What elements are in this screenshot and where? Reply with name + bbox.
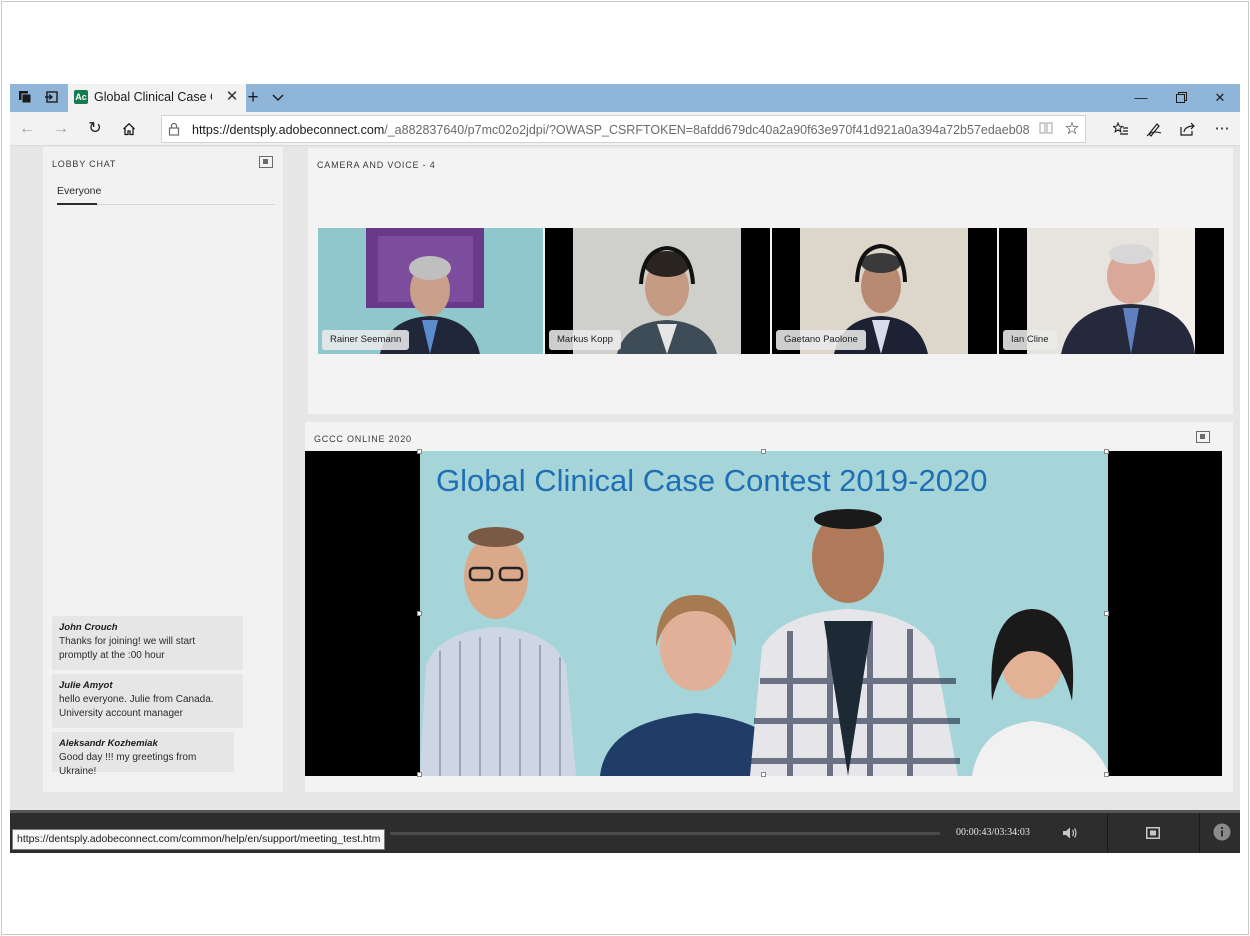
chat-pod-title: LOBBY CHAT [52,159,117,169]
resize-handle[interactable] [761,772,766,777]
video-tile[interactable]: Markus Kopp [545,228,770,354]
browser-window: Ac Global Clinical Case Cor ✕ + — ✕ ← → … [10,84,1240,853]
fullscreen-icon[interactable] [1143,823,1163,843]
set-aside-tabs-icon[interactable] [43,90,59,106]
fullscreen-icon[interactable] [1196,431,1210,443]
tab-title: Global Clinical Case Cor [94,90,212,104]
chat-message: Aleksandr Kozhemiak Good day !!! my gree… [52,732,234,777]
video-tile[interactable]: Rainer Seemann [318,228,543,354]
presentation-slide: Global Clinical Case Contest 2019-2020 [420,451,1108,776]
tab-global-clinical[interactable]: Ac Global Clinical Case Cor ✕ [68,84,246,112]
home-icon[interactable] [118,118,140,140]
pen-icon[interactable] [1143,118,1165,140]
tab-everyone[interactable]: Everyone [57,185,101,197]
chat-text: Good day !!! my greetings from Ukraine! [59,752,197,777]
address-bar: ← → ↻ https://dentsply.adobeconnect.com/… [10,112,1240,146]
tab-actions-icon[interactable] [17,90,33,106]
forward-icon[interactable]: → [50,118,72,140]
camera-pod-title: CAMERA AND VOICE - 4 [317,160,436,170]
participant-name: Markus Kopp [549,330,621,350]
active-tab-indicator [57,203,97,205]
chat-author: Julie Amyot [59,680,113,691]
chat-author: Aleksandr Kozhemiak [59,738,158,749]
refresh-icon[interactable]: ↻ [84,118,106,140]
title-bar: Ac Global Clinical Case Cor ✕ + — ✕ [10,84,1240,112]
divider [1107,813,1108,853]
participant-name: Ian Cline [1003,330,1057,350]
resize-handle[interactable] [1104,772,1109,777]
status-url-tooltip: https://dentsply.adobeconnect.com/common… [12,829,386,850]
url-domain: https://dentsply.adobeconnect.com [192,123,385,137]
restore-icon[interactable] [1161,84,1201,112]
url-text: https://dentsply.adobeconnect.com/_a8828… [192,123,1030,137]
participant-name: Rainer Seemann [322,330,410,350]
resize-handle[interactable] [1104,611,1109,616]
chat-text: Thanks for joining! we will start prompt… [59,636,196,661]
camera-voice-pod: CAMERA AND VOICE - 4 Rainer Seemann Mark… [308,148,1233,414]
share-icon[interactable] [1177,118,1199,140]
more-icon[interactable]: ⋯ [1211,118,1233,140]
chat-text: hello everyone. Julie from Canada. Unive… [59,694,214,719]
share-pod: GCCC ONLINE 2020 Global Clinical Case Co… [305,422,1233,792]
volume-icon[interactable] [1060,823,1080,843]
close-window-icon[interactable]: ✕ [1200,84,1240,112]
playback-progress-bar[interactable] [390,832,940,835]
chat-author: John Crouch [59,622,118,633]
resize-handle[interactable] [1104,449,1109,454]
video-tile[interactable]: Gaetano Paolone [772,228,997,354]
minimize-icon[interactable]: — [1121,84,1161,112]
lobby-chat-pod: LOBBY CHAT Everyone John Crouch Thanks f… [43,147,283,792]
lock-icon[interactable] [168,122,182,136]
slide-photo [420,509,1108,776]
video-tile[interactable]: Ian Cline [999,228,1224,354]
url-path: /_a882837640/p7mc02o2jdpi/?OWASP_CSRFTOK… [384,123,1030,137]
favorite-star-icon[interactable]: ☆ [1062,119,1082,139]
info-icon[interactable] [1212,823,1232,843]
fullscreen-icon[interactable] [259,156,273,168]
chat-message: Julie Amyot hello everyone. Julie from C… [52,674,243,728]
shared-content-area: Global Clinical Case Contest 2019-2020 [305,449,1222,777]
url-input[interactable]: https://dentsply.adobeconnect.com/_a8828… [161,115,1086,143]
divider [1199,813,1200,853]
chat-message: John Crouch Thanks for joining! we will … [52,616,243,670]
favorites-icon[interactable] [1110,118,1132,140]
resize-handle[interactable] [417,449,422,454]
close-tab-icon[interactable]: ✕ [224,88,240,106]
reading-view-icon[interactable] [1038,122,1054,136]
participant-name: Gaetano Paolone [776,330,866,350]
playback-time: 00:00:43/03:34:03 [956,827,1030,838]
adobe-connect-favicon-icon: Ac [74,90,88,104]
share-pod-title: GCCC ONLINE 2020 [314,434,412,444]
resize-handle[interactable] [417,611,422,616]
adobe-connect-room: LOBBY CHAT Everyone John Crouch Thanks f… [10,146,1240,810]
back-icon[interactable]: ← [16,118,38,140]
new-tab-icon[interactable]: + [244,86,262,110]
resize-handle[interactable] [417,772,422,777]
tab-preview-chevron-icon[interactable] [270,87,286,109]
resize-handle[interactable] [761,449,766,454]
